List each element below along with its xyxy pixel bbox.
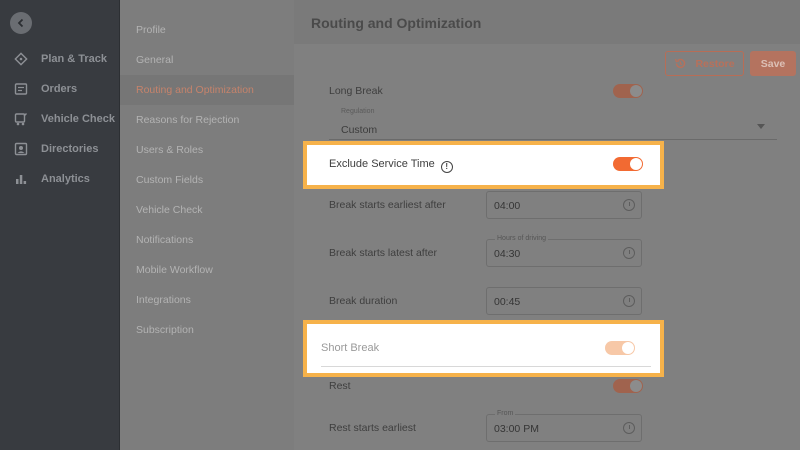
menu-item-general[interactable]: General bbox=[120, 45, 294, 75]
menu-item-label: Users & Roles bbox=[136, 144, 204, 156]
menu-item-label: General bbox=[136, 54, 174, 66]
break-earliest-value: 04:00 bbox=[494, 200, 521, 212]
rest-earliest-value: 03:00 PM bbox=[494, 423, 539, 435]
menu-item-integrations[interactable]: Integrations bbox=[120, 285, 294, 315]
menu-item-users-roles[interactable]: Users & Roles bbox=[120, 135, 294, 165]
main-panel: Routing and Optimization Restore Save Lo… bbox=[294, 0, 800, 450]
chevron-down-icon bbox=[757, 124, 765, 129]
toggle-knob bbox=[630, 158, 642, 170]
menu-item-notifications[interactable]: Notifications bbox=[120, 225, 294, 255]
rest-earliest-label: Rest starts earliest bbox=[329, 422, 416, 434]
menu-item-profile[interactable]: Profile bbox=[120, 15, 294, 45]
exclude-service-time-toggle[interactable] bbox=[613, 157, 643, 171]
clock-icon bbox=[623, 247, 635, 259]
menu-item-custom-fields[interactable]: Custom Fields bbox=[120, 165, 294, 195]
menu-item-vehicle-check[interactable]: Vehicle Check bbox=[120, 195, 294, 225]
menu-item-label: Integrations bbox=[136, 294, 191, 306]
settings-menu: Profile General Routing and Optimization… bbox=[120, 0, 294, 450]
menu-item-label: Custom Fields bbox=[136, 174, 204, 186]
rest-earliest-caption: From bbox=[495, 410, 516, 417]
break-duration-field[interactable]: 00:45 bbox=[486, 287, 642, 315]
nav-item-directories[interactable]: Directories bbox=[0, 134, 120, 164]
long-break-label: Long Break bbox=[329, 85, 383, 97]
nav-rail: Plan & Track Orders Vehicle Check Direct… bbox=[0, 0, 120, 450]
vehicle-check-icon bbox=[14, 112, 28, 126]
break-latest-field[interactable]: Hours of driving 04:30 bbox=[486, 235, 642, 267]
exclude-service-time-text: Exclude Service Time bbox=[329, 158, 435, 170]
save-button[interactable]: Save bbox=[750, 51, 796, 76]
divider bbox=[321, 366, 651, 367]
rest-toggle[interactable] bbox=[613, 379, 643, 393]
restore-button[interactable]: Restore bbox=[665, 51, 744, 76]
short-break-toggle[interactable] bbox=[605, 341, 635, 355]
menu-item-label: Vehicle Check bbox=[136, 204, 203, 216]
menu-item-label: Notifications bbox=[136, 234, 194, 246]
break-earliest-label: Break starts earliest after bbox=[329, 199, 446, 211]
menu-item-subscription[interactable]: Subscription bbox=[120, 315, 294, 345]
toggle-knob bbox=[630, 380, 642, 392]
orders-icon bbox=[14, 82, 28, 96]
clock-icon bbox=[623, 199, 635, 211]
analytics-icon bbox=[14, 172, 28, 186]
clock-icon bbox=[623, 295, 635, 307]
break-earliest-field[interactable]: 04:00 bbox=[486, 191, 642, 219]
break-latest-label: Break starts latest after bbox=[329, 247, 437, 259]
menu-item-label: Subscription bbox=[136, 324, 194, 336]
nav-item-analytics[interactable]: Analytics bbox=[0, 164, 120, 194]
restore-label: Restore bbox=[695, 57, 735, 70]
toggle-knob bbox=[630, 85, 642, 97]
long-break-toggle[interactable] bbox=[613, 84, 643, 98]
page-title: Routing and Optimization bbox=[311, 15, 482, 31]
break-latest-value: 04:30 bbox=[494, 248, 521, 260]
menu-item-routing-optimization[interactable]: Routing and Optimization bbox=[120, 75, 294, 105]
nav-item-vehicle-check[interactable]: Vehicle Check bbox=[0, 104, 120, 134]
regulation-value: Custom bbox=[341, 124, 378, 136]
nav-item-label: Directories bbox=[41, 143, 99, 155]
nav-item-orders[interactable]: Orders bbox=[0, 74, 120, 104]
menu-item-label: Mobile Workflow bbox=[136, 264, 213, 276]
menu-item-label: Profile bbox=[136, 24, 166, 36]
save-label: Save bbox=[760, 57, 786, 70]
back-arrow-icon[interactable] bbox=[10, 12, 32, 34]
rest-earliest-field[interactable]: From 03:00 PM bbox=[486, 410, 642, 442]
page-header: Routing and Optimization bbox=[294, 0, 800, 44]
nav-item-label: Plan & Track bbox=[41, 53, 108, 65]
route-icon bbox=[14, 52, 28, 66]
break-latest-caption: Hours of driving bbox=[495, 235, 549, 242]
nav-item-plan-track[interactable]: Plan & Track bbox=[0, 44, 120, 74]
menu-item-label: Reasons for Rejection bbox=[136, 114, 240, 126]
restore-icon bbox=[674, 57, 687, 70]
nav-item-label: Orders bbox=[41, 83, 78, 95]
menu-item-reasons-rejection[interactable]: Reasons for Rejection bbox=[120, 105, 294, 135]
clock-icon bbox=[623, 422, 635, 434]
exclude-service-time-label: Exclude Service Time! bbox=[329, 158, 453, 173]
break-duration-label: Break duration bbox=[329, 295, 398, 307]
rest-label: Rest bbox=[329, 380, 351, 392]
directories-icon bbox=[14, 142, 28, 156]
menu-item-label: Routing and Optimization bbox=[136, 84, 254, 96]
nav-item-label: Vehicle Check bbox=[41, 113, 115, 125]
exclude-service-time-row: Exclude Service Time! bbox=[303, 141, 664, 189]
info-icon[interactable]: ! bbox=[440, 160, 453, 173]
menu-item-mobile-workflow[interactable]: Mobile Workflow bbox=[120, 255, 294, 285]
short-break-row: Short Break bbox=[303, 320, 664, 377]
short-break-label: Short Break bbox=[321, 342, 380, 354]
break-duration-value: 00:45 bbox=[494, 296, 521, 308]
toggle-knob bbox=[622, 342, 634, 354]
regulation-select[interactable]: Custom bbox=[329, 112, 777, 140]
nav-item-label: Analytics bbox=[41, 173, 90, 185]
